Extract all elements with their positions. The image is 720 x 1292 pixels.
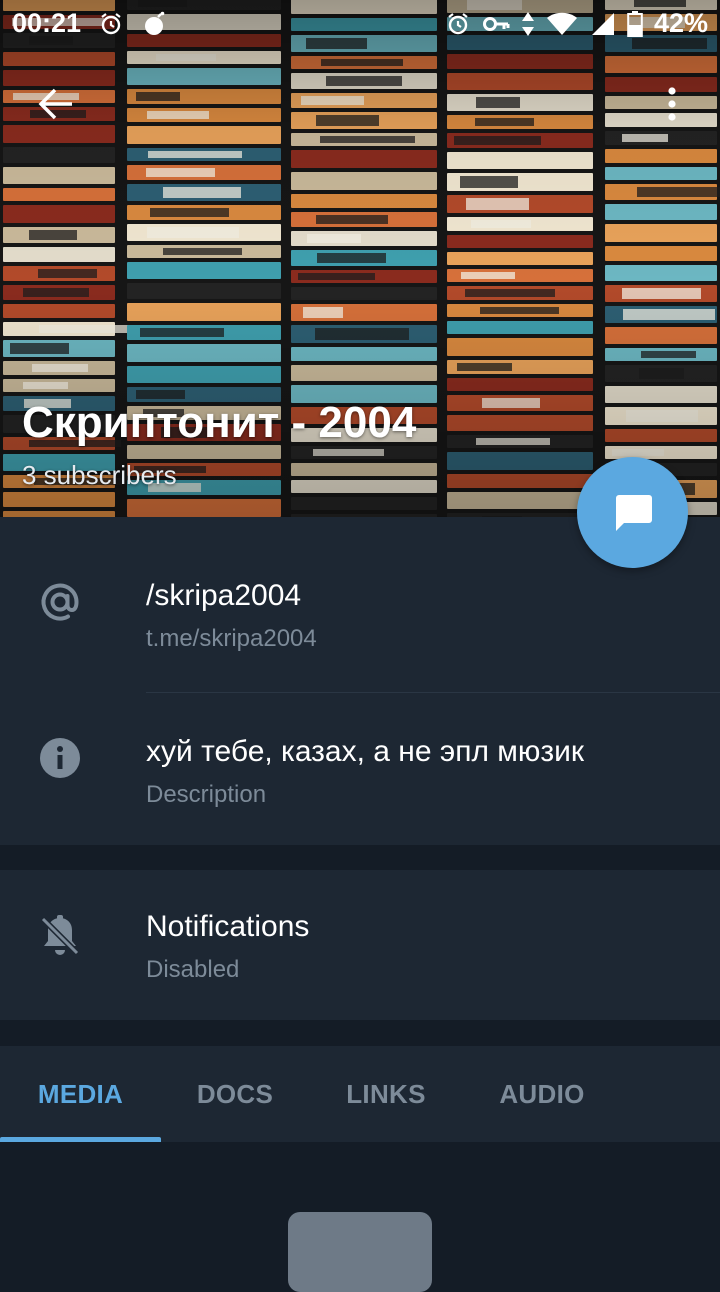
at-sign-icon [38, 580, 82, 624]
tab-links[interactable]: LINKS [309, 1046, 463, 1142]
channel-title: Скриптонит - 2004 [22, 398, 417, 447]
subscriber-count: 3 subscribers [22, 460, 177, 490]
info-icon [38, 736, 82, 780]
bell-off-icon [38, 914, 82, 958]
channel-link: t.me/skripa2004 [146, 625, 317, 652]
signal-icon [588, 9, 616, 39]
section-gap [0, 1020, 720, 1046]
section-gap [0, 845, 720, 870]
back-button[interactable] [30, 80, 82, 128]
tab-media[interactable]: MEDIA [0, 1046, 161, 1142]
channel-username: /skripa2004 [146, 579, 302, 612]
more-vertical-icon [668, 87, 676, 121]
alarm-icon [97, 9, 125, 39]
data-arrows-icon [520, 9, 536, 39]
media-placeholder [288, 1212, 432, 1292]
wifi-icon [546, 9, 578, 39]
channel-header: 00:21 42% Скриптонит - 2004 3 subscriber… [0, 0, 720, 517]
vpn-key-icon [482, 9, 510, 39]
shared-media-tabs: MEDIA DOCS LINKS AUDIO [0, 1046, 720, 1142]
tab-docs[interactable]: DOCS [161, 1046, 309, 1142]
tab-audio[interactable]: AUDIO [463, 1046, 621, 1142]
status-bar: 00:21 42% [0, 0, 720, 50]
notifications-row[interactable]: Notifications Disabled [0, 870, 720, 1020]
arrow-left-icon [38, 88, 72, 120]
bomb-icon [141, 9, 169, 39]
status-time: 00:21 [12, 8, 82, 38]
open-chat-button[interactable] [577, 457, 688, 568]
battery-icon [626, 9, 644, 39]
chat-bubble-icon [615, 494, 652, 531]
description-label: Description [146, 781, 267, 808]
notifications-title: Notifications [146, 910, 310, 943]
battery-percent: 42% [653, 8, 708, 38]
description-row[interactable]: хуй тебе, казах, а не эпл мюзик Descript… [0, 693, 720, 845]
notifications-status: Disabled [146, 956, 240, 983]
more-options-button[interactable] [650, 80, 694, 128]
alarm-icon [444, 9, 472, 39]
channel-info-section: /skripa2004 t.me/skripa2004 хуй тебе, ка… [0, 517, 720, 845]
channel-description: хуй тебе, казах, а не эпл мюзик [146, 735, 585, 768]
